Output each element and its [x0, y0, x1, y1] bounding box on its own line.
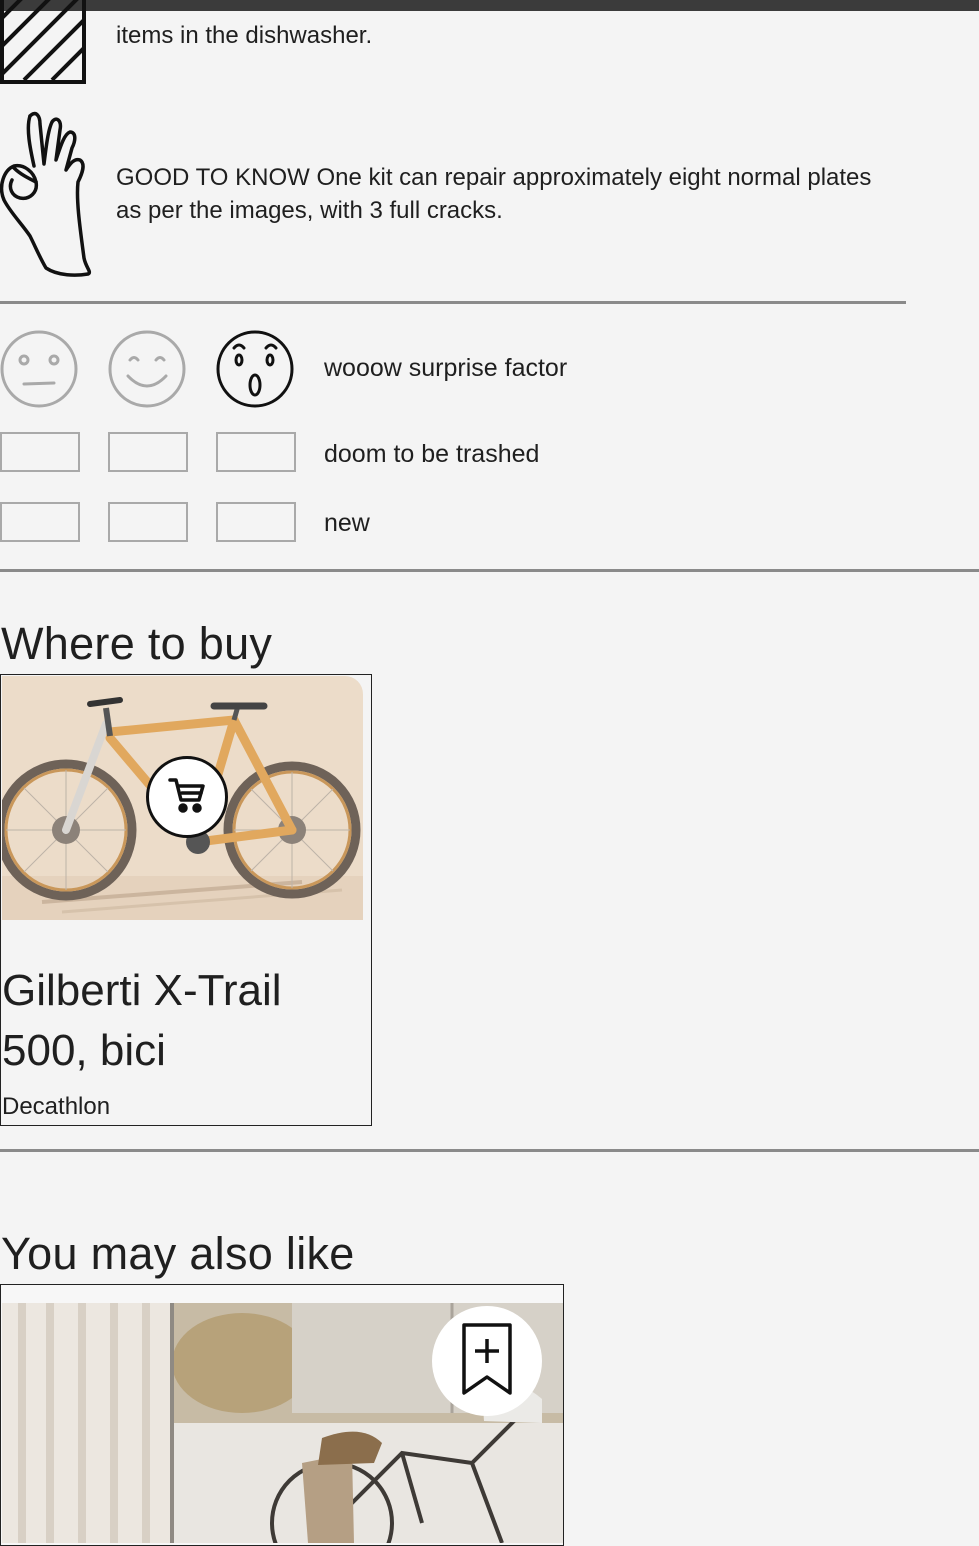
product-store: Decathlon — [2, 1093, 111, 1120]
save-to-collection-button[interactable] — [432, 1306, 542, 1416]
good-to-know-tip-text: GOOD TO KNOW One kit can repair approxim… — [116, 164, 872, 224]
add-to-cart-button[interactable] — [146, 756, 228, 838]
checkbox-new-3[interactable] — [216, 502, 296, 542]
checkbox-trashed-2[interactable] — [108, 432, 188, 472]
divider — [0, 569, 979, 572]
smile-face-icon[interactable] — [108, 330, 186, 408]
hatched-square-icon — [0, 0, 88, 93]
neutral-face-icon[interactable] — [0, 330, 78, 408]
divider — [0, 1149, 979, 1152]
checkbox-trashed-1[interactable] — [0, 432, 80, 472]
checkbox-new-1[interactable] — [0, 502, 80, 542]
surprised-face-icon[interactable] — [216, 330, 294, 408]
checkbox-trashed-3[interactable] — [216, 432, 296, 472]
rating-label-trashed: doom to be trashed — [324, 440, 540, 468]
checkbox-new-2[interactable] — [108, 502, 188, 542]
rating-label-surprise: wooow surprise factor — [324, 354, 568, 382]
recommendation-card[interactable] — [0, 1284, 564, 1546]
product-name[interactable]: Gilberti X-Trail 500, bici — [2, 961, 362, 1081]
ok-hand-icon — [0, 108, 96, 285]
dishwasher-tip-text: items in the dishwasher. — [116, 22, 373, 49]
shopping-cart-icon — [166, 774, 208, 821]
bookmark-add-icon — [460, 1319, 514, 1404]
product-card[interactable]: Gilberti X-Trail 500, bici Decathlon — [0, 674, 372, 1126]
divider — [0, 301, 906, 304]
rating-label-new: new — [324, 509, 370, 537]
bike-product-image — [2, 676, 363, 920]
top-bar — [0, 0, 979, 11]
where-to-buy-title: Where to buy — [1, 618, 273, 669]
you-may-also-like-title: You may also like — [1, 1228, 355, 1279]
